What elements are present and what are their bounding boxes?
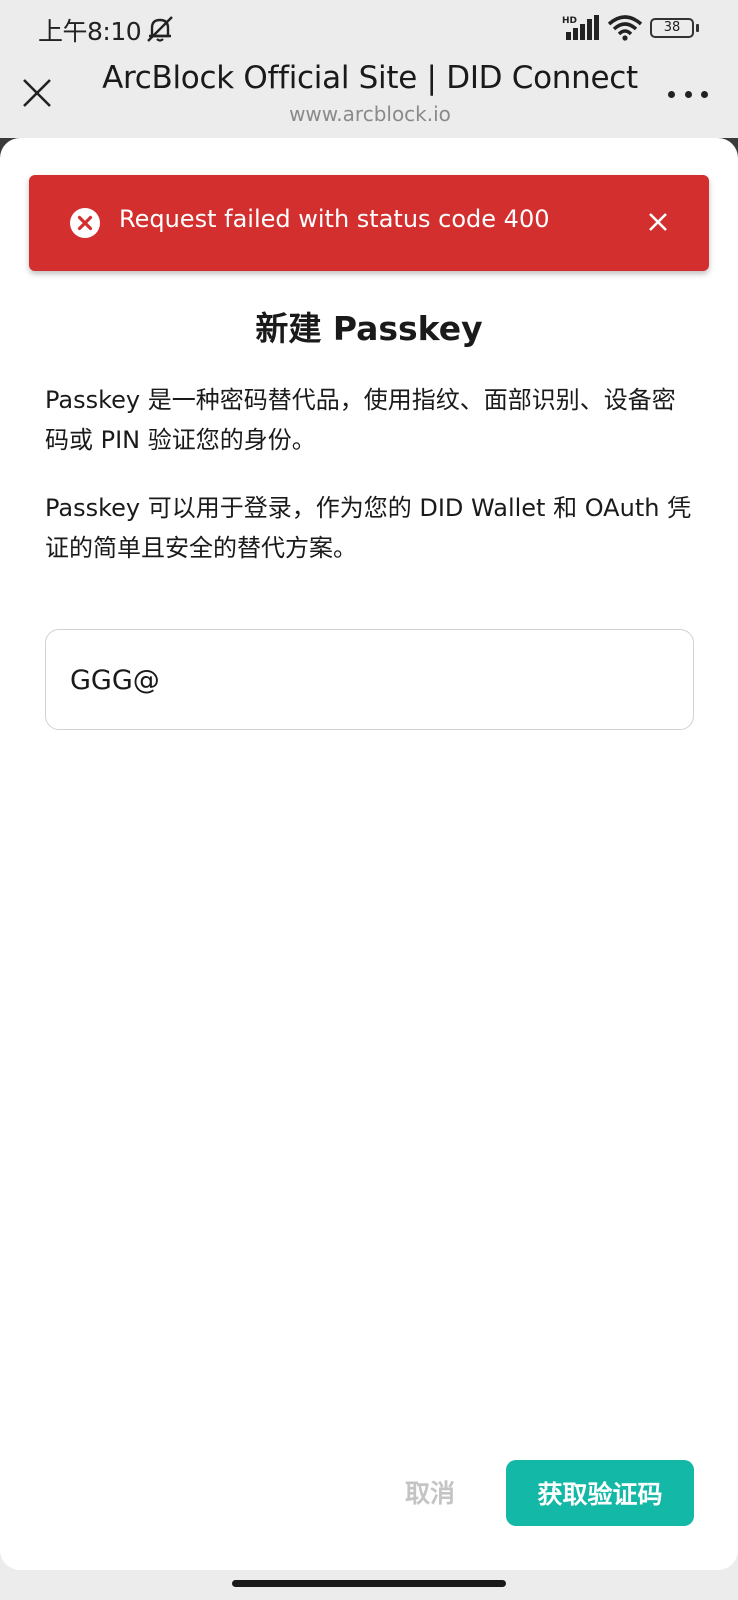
dialog-sheet	[0, 138, 738, 1570]
dialog-title: 新建 Passkey	[255, 309, 483, 348]
close-icon[interactable]	[20, 76, 54, 110]
get-code-button[interactable]: 获取验证码	[506, 1460, 694, 1526]
status-bar: 上午8:10 HD 38	[0, 0, 738, 56]
webview-header: ArcBlock Official Site | DID Connect www…	[0, 56, 738, 138]
cellular-signal-icon: HD	[562, 15, 599, 40]
status-time: 上午8:10	[38, 17, 142, 46]
description-text: Passkey 是一种密码替代品，使用指纹、面部识别、设备密码或 PIN 验证您…	[45, 386, 676, 454]
battery-level: 38	[650, 18, 694, 38]
email-field[interactable]	[45, 629, 694, 730]
home-indicator[interactable]	[232, 1580, 506, 1587]
error-toast: Request failed with status code 400	[29, 175, 709, 271]
cancel-button[interactable]: 取消	[390, 1466, 470, 1518]
wifi-icon	[607, 15, 643, 41]
bell-muted-icon	[147, 16, 173, 42]
description-text: Passkey 可以用于登录，作为您的 DID Wallet 和 OAuth 凭…	[45, 494, 692, 562]
toast-message: Request failed with status code 400	[119, 205, 550, 233]
network-label: HD	[562, 16, 577, 26]
error-icon	[70, 208, 100, 238]
more-dot-icon	[684, 90, 692, 98]
close-icon[interactable]	[647, 211, 669, 233]
page-url: www.arcblock.io	[289, 102, 451, 126]
battery-icon: 38	[650, 16, 700, 40]
page-title: ArcBlock Official Site | DID Connect	[102, 60, 638, 96]
more-options-button[interactable]	[668, 88, 708, 100]
more-dot-icon	[668, 90, 675, 98]
more-dot-icon	[701, 90, 708, 98]
email-input[interactable]	[70, 656, 670, 704]
